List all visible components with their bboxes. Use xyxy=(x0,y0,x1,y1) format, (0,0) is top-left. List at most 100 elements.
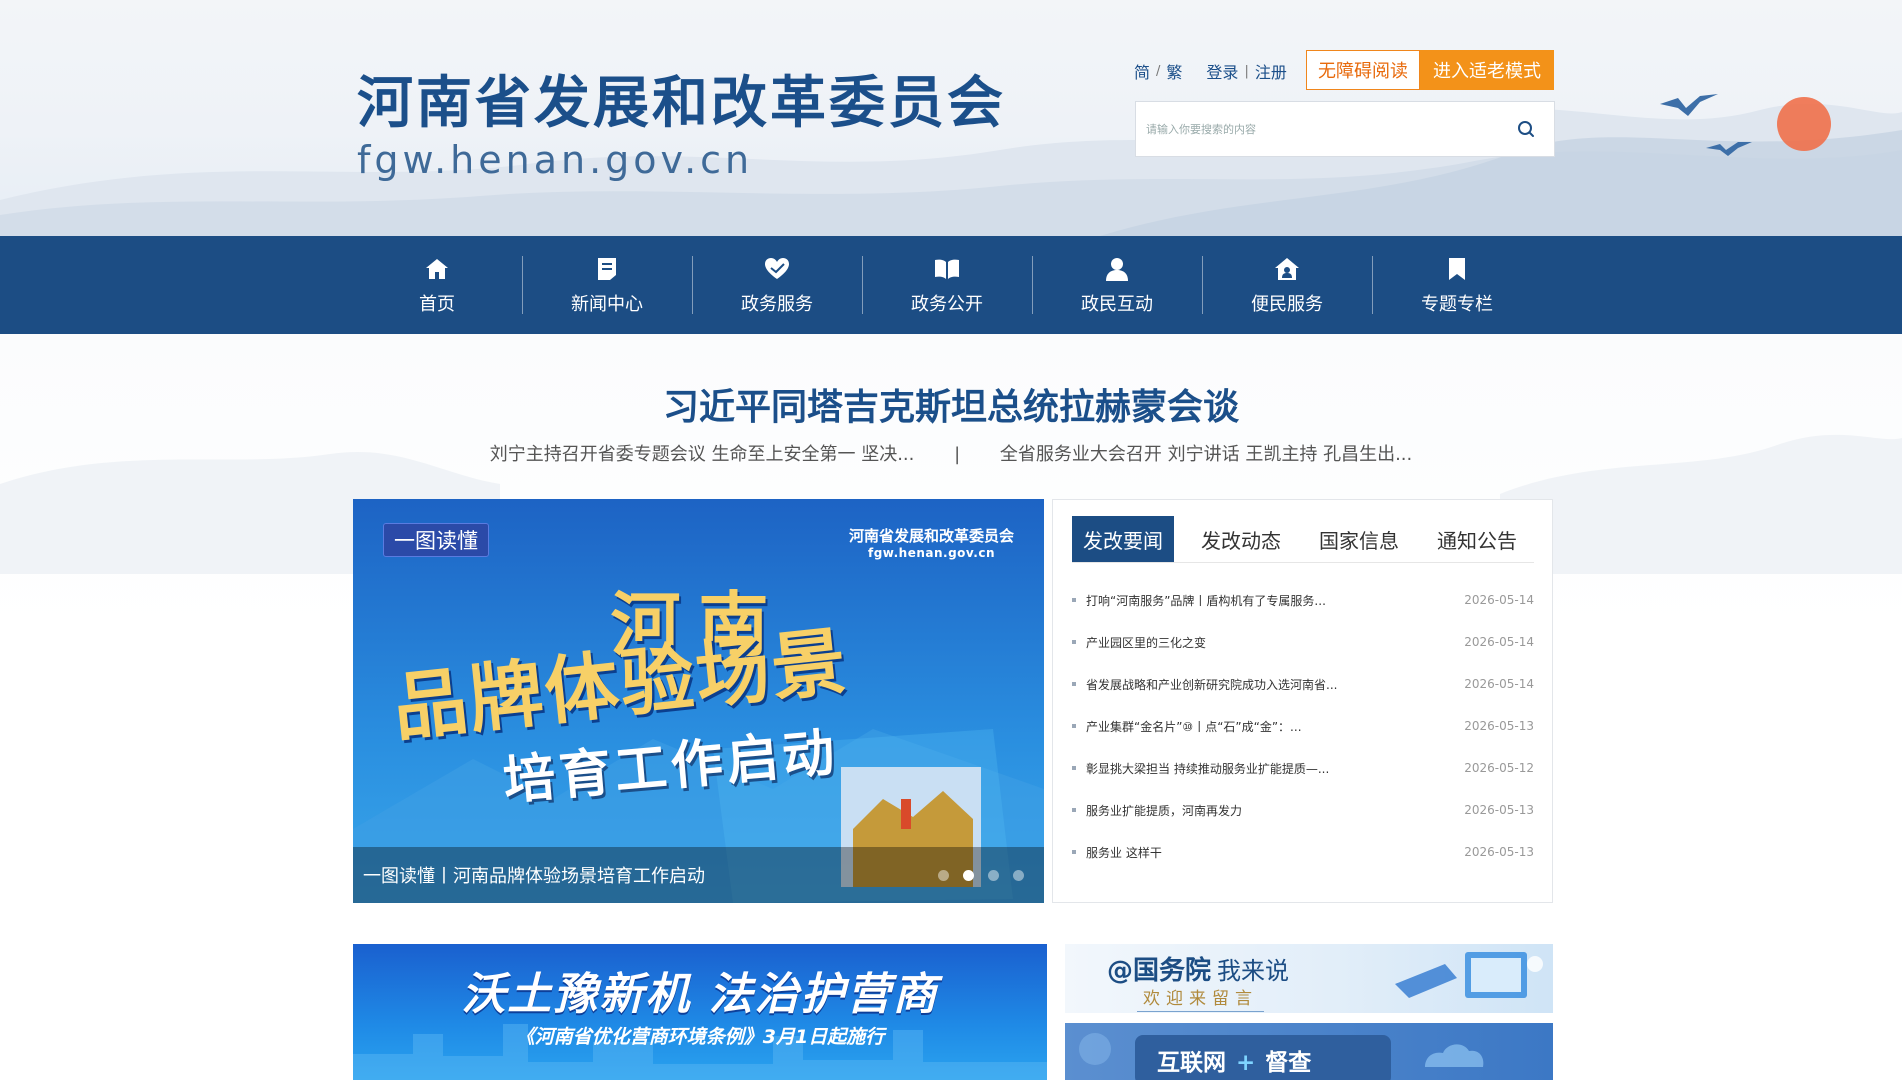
ad-r1-bold: @国务院 xyxy=(1107,956,1212,986)
image-carousel[interactable]: 一图读懂 河南省发展和改革委员会 fgw.henan.gov.cn 河南 品牌体… xyxy=(353,499,1044,903)
home-icon xyxy=(422,254,452,284)
tab-dynamics[interactable]: 发改动态 xyxy=(1190,516,1292,562)
search-input[interactable] xyxy=(1136,102,1506,156)
elder-mode-button[interactable]: 进入适老模式 xyxy=(1420,50,1554,90)
document-icon xyxy=(592,254,622,284)
nav-label: 新闻中心 xyxy=(571,294,643,315)
ad-r1-light: 我来说 xyxy=(1217,957,1290,985)
sub-headline-link[interactable]: 全省服务业大会召开 刘宁讲话 王凯主持 孔昌生出... xyxy=(1000,444,1412,465)
user-icon xyxy=(1102,254,1132,284)
list-item[interactable]: 产业集群“金名片”⑩丨点“石”成“金”：... 2026-05-13 xyxy=(1072,705,1534,747)
nav-item-interaction[interactable]: 政民互动 xyxy=(1032,236,1202,334)
tab-key-news[interactable]: 发改要闻 xyxy=(1072,516,1174,562)
news-date: 2026-05-14 xyxy=(1464,677,1534,691)
ad-r2-title: 互联网 + 督查 xyxy=(1157,1043,1311,1077)
news-title: 打响“河南服务”品牌丨盾构机有了专属服务... xyxy=(1086,593,1326,608)
list-item[interactable]: 彰显挑大梁担当 持续推动服务业扩能提质—... 2026-05-12 xyxy=(1072,747,1534,789)
nav-item-news-center[interactable]: 新闻中心 xyxy=(522,236,692,334)
bird-decoration-1 xyxy=(1660,94,1718,116)
nav-label: 政务服务 xyxy=(741,294,813,315)
news-date: 2026-05-14 xyxy=(1464,635,1534,649)
ad-r1-title: @国务院 我来说 xyxy=(1107,950,1289,987)
book-icon xyxy=(932,254,962,284)
accessible-reading-button[interactable]: 无障碍阅读 xyxy=(1306,50,1420,90)
lang-traditional-link[interactable]: 繁 xyxy=(1166,59,1182,83)
carousel-dot-active[interactable] xyxy=(963,870,974,881)
list-item[interactable]: 省发展战略和产业创新研究院成功入选河南省... 2026-05-14 xyxy=(1072,663,1534,705)
news-date: 2026-05-13 xyxy=(1464,803,1534,817)
news-date: 2026-05-12 xyxy=(1464,761,1534,775)
bullet-icon xyxy=(1072,724,1076,728)
site-header: 河南省发展和改革委员会 fgw.henan.gov.cn 简 / 繁 登录 | … xyxy=(0,0,1902,236)
nav-label: 首页 xyxy=(419,294,455,315)
news-tabs: 发改要闻 发改动态 国家信息 通知公告 xyxy=(1072,516,1534,563)
main-nav: 首页 新闻中心 政务服务 政务公开 政民互动 便民服务 专题专栏 xyxy=(0,236,1902,334)
carousel-dots xyxy=(938,870,1024,881)
news-title: 省发展战略和产业创新研究院成功入选河南省... xyxy=(1086,677,1338,692)
bullet-icon xyxy=(1072,682,1076,686)
search-icon[interactable] xyxy=(1506,109,1546,149)
nav-item-convenience[interactable]: 便民服务 xyxy=(1202,236,1372,334)
site-title: 河南省发展和改革委员会 xyxy=(357,71,1006,136)
sub-headlines: 刘宁主持召开省委专题会议 生命至上安全第一 坚决... | 全省服务业大会召开 … xyxy=(0,440,1902,466)
news-date: 2026-05-14 xyxy=(1464,593,1534,607)
register-link[interactable]: 注册 xyxy=(1255,59,1287,83)
nav-label: 政民互动 xyxy=(1081,294,1153,315)
list-item[interactable]: 打响“河南服务”品牌丨盾构机有了专属服务... 2026-05-14 xyxy=(1072,579,1534,621)
list-item[interactable]: 服务业 这样干 2026-05-13 xyxy=(1072,831,1534,873)
news-date: 2026-05-13 xyxy=(1464,845,1534,859)
search-box xyxy=(1135,101,1555,157)
nav-label: 专题专栏 xyxy=(1421,294,1493,315)
headline-title[interactable]: 习近平同塔吉克斯坦总统拉赫蒙会谈 xyxy=(0,378,1902,430)
banner-org-label: 河南省发展和改革委员会 fgw.henan.gov.cn xyxy=(849,525,1014,560)
news-list: 打响“河南服务”品牌丨盾构机有了专属服务... 2026-05-14 产业园区里的… xyxy=(1072,579,1534,873)
state-council-message-banner[interactable]: @国务院 我来说 欢迎来留言 xyxy=(1065,944,1553,1013)
nav-item-home[interactable]: 首页 xyxy=(352,236,522,334)
nav-label: 便民服务 xyxy=(1251,294,1323,315)
tab-notices[interactable]: 通知公告 xyxy=(1426,516,1528,562)
news-panel: 发改要闻 发改动态 国家信息 通知公告 打响“河南服务”品牌丨盾构机有了专属服务… xyxy=(1052,499,1553,903)
lang-simplified-link[interactable]: 简 xyxy=(1134,59,1150,83)
news-title: 彰显挑大梁担当 持续推动服务业扩能提质—... xyxy=(1086,761,1330,776)
bullet-icon xyxy=(1072,808,1076,812)
separator: | xyxy=(1244,63,1249,79)
tab-national-info[interactable]: 国家信息 xyxy=(1308,516,1410,562)
bookmark-icon xyxy=(1442,254,1472,284)
plus-icon: + xyxy=(1236,1050,1256,1076)
news-title: 产业集群“金名片”⑩丨点“石”成“金”：... xyxy=(1086,719,1302,734)
news-title: 服务业扩能提质，河南再发力 xyxy=(1086,803,1243,818)
carousel-dot[interactable] xyxy=(1013,870,1024,881)
carousel-dot[interactable] xyxy=(938,870,949,881)
banner-org-name: 河南省发展和改革委员会 xyxy=(848,527,1014,545)
ad-left-subtitle: 《河南省优化营商环境条例》3月1日起施行 xyxy=(515,1026,885,1048)
login-link[interactable]: 登录 xyxy=(1206,59,1238,83)
nav-item-special-topics[interactable]: 专题专栏 xyxy=(1372,236,1542,334)
nav-item-gov-service[interactable]: 政务服务 xyxy=(692,236,862,334)
site-domain: fgw.henan.gov.cn xyxy=(357,138,754,182)
banner-org-domain: fgw.henan.gov.cn xyxy=(867,546,995,560)
separator: | xyxy=(954,444,961,465)
carousel-dot[interactable] xyxy=(988,870,999,881)
separator: / xyxy=(1156,63,1161,79)
list-item[interactable]: 产业园区里的三化之变 2026-05-14 xyxy=(1072,621,1534,663)
news-date: 2026-05-13 xyxy=(1464,719,1534,733)
ad-r2-part1: 互联网 xyxy=(1157,1050,1226,1076)
news-title: 产业园区里的三化之变 xyxy=(1086,635,1207,650)
bullet-icon xyxy=(1072,850,1076,854)
bullet-icon xyxy=(1072,598,1076,602)
list-item[interactable]: 服务业扩能提质，河南再发力 2026-05-13 xyxy=(1072,789,1534,831)
sun-decoration xyxy=(1777,97,1831,151)
ad-left-title: 沃土豫新机 法治护营商 xyxy=(461,969,939,1020)
ad-r2-part2: 督查 xyxy=(1265,1050,1312,1076)
nav-item-gov-open[interactable]: 政务公开 xyxy=(862,236,1032,334)
business-environment-banner[interactable]: 沃土豫新机 法治护营商 《河南省优化营商环境条例》3月1日起施行 xyxy=(353,944,1047,1080)
top-links: 简 / 繁 登录 | 注册 xyxy=(1134,59,1287,83)
news-title: 服务业 这样干 xyxy=(1086,845,1162,860)
bullet-icon xyxy=(1072,766,1076,770)
nav-label: 政务公开 xyxy=(911,294,983,315)
internet-supervision-banner[interactable]: 互联网 + 督查 xyxy=(1065,1023,1553,1080)
sub-headline-link[interactable]: 刘宁主持召开省委专题会议 生命至上安全第一 坚决... xyxy=(490,444,915,465)
ad-r1-subtitle: 欢迎来留言 xyxy=(1137,984,1264,1012)
bullet-icon xyxy=(1072,640,1076,644)
house-people-icon xyxy=(1272,254,1302,284)
